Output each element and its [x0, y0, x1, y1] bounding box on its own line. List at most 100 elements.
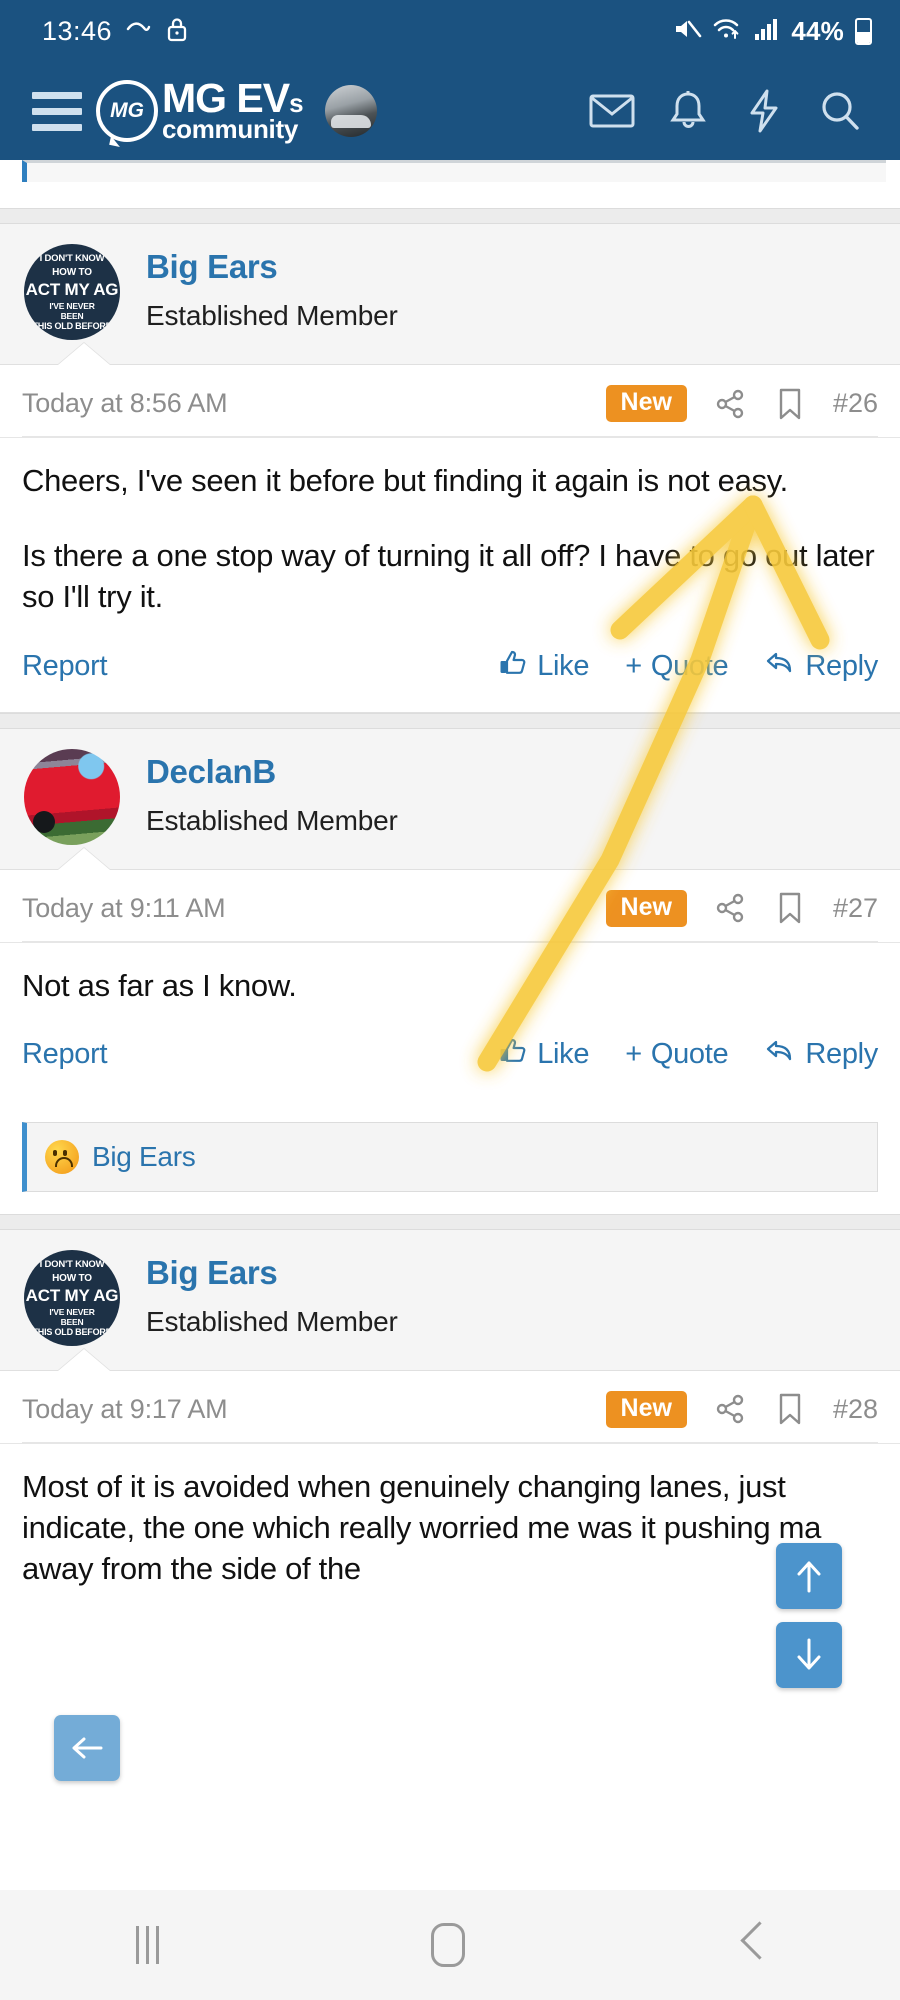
new-badge: New — [605, 385, 687, 422]
bookmark-icon[interactable] — [773, 387, 807, 421]
back-icon[interactable] — [738, 1923, 764, 1967]
wifi-icon — [713, 16, 743, 47]
weather-icon — [126, 20, 152, 43]
post-author-header: I DON'T KNOW HOW TO ACT MY AG I'VE NEVER… — [0, 224, 900, 365]
thread-content: I DON'T KNOW HOW TO ACT MY AG I'VE NEVER… — [0, 160, 900, 1600]
post-date[interactable]: Today at 8:56 AM — [22, 388, 228, 419]
new-badge: New — [605, 889, 687, 927]
battery-percent-label: 44% — [791, 15, 844, 46]
post-actions-row: Report Like + Quote Reply — [0, 1006, 900, 1100]
quote-button[interactable]: + Quote — [625, 1038, 728, 1071]
author-identity: DeclanB Established Member — [146, 749, 398, 837]
search-icon[interactable] — [802, 76, 878, 146]
avatar-line: I'VE NEVER — [49, 301, 95, 311]
post-body: Most of it is avoided when genuinely cha… — [0, 1444, 900, 1600]
plus-icon: + — [625, 650, 642, 683]
plus-icon: + — [625, 1038, 642, 1071]
author-username[interactable]: DeclanB — [146, 753, 398, 791]
author-identity: Big Ears Established Member — [146, 244, 398, 332]
bell-icon[interactable] — [650, 76, 726, 146]
bookmark-icon[interactable] — [773, 1392, 807, 1426]
avatar-line: BEEN — [60, 311, 84, 321]
like-button[interactable]: Like — [498, 648, 590, 686]
post-paragraph: Cheers, I've seen it before but finding … — [22, 463, 788, 498]
android-navigation-bar — [0, 1890, 900, 2000]
status-bar-clock: 13:46 — [42, 15, 113, 46]
post-body: Cheers, I've seen it before but finding … — [0, 438, 900, 618]
avatar[interactable]: I DON'T KNOW HOW TO ACT MY AG I'VE NEVER… — [24, 1249, 120, 1346]
author-user-title: Established Member — [146, 300, 398, 331]
go-back-button[interactable] — [54, 1715, 120, 1781]
share-icon[interactable] — [713, 1392, 747, 1426]
status-bar-left: 13:46 — [42, 16, 188, 47]
reply-button[interactable]: Reply — [764, 649, 878, 685]
quote-label: Quote — [650, 650, 729, 683]
recents-icon[interactable] — [136, 1926, 160, 1964]
scroll-down-button[interactable] — [776, 1622, 842, 1688]
post-meta-actions: New #26 — [605, 385, 878, 422]
post-meta-row: Today at 9:11 AM New #27 — [0, 870, 900, 943]
post-item: I DON'T KNOW HOW TO ACT MY AG I'VE NEVER… — [0, 1229, 900, 1600]
reactions-bar[interactable]: Big Ears — [22, 1121, 878, 1192]
quote-button[interactable]: + Quote — [625, 650, 728, 683]
report-button[interactable]: Report — [22, 650, 108, 683]
post-meta-row: Today at 9:17 AM New #28 — [0, 1371, 900, 1444]
post-paragraph: Most of it is avoided when genuinely cha… — [22, 1468, 822, 1587]
author-username[interactable]: Big Ears — [146, 1254, 398, 1292]
author-user-title: Established Member — [146, 804, 398, 836]
post-number[interactable]: #26 — [833, 388, 878, 419]
author-identity: Big Ears Established Member — [146, 1250, 398, 1338]
phone-screen: 13:46 44% MG MG EVs community I DON'T KN… — [0, 0, 900, 2000]
site-logo[interactable]: MG MG EVs community — [96, 77, 304, 142]
content-gap — [0, 182, 900, 208]
like-button[interactable]: Like — [498, 1036, 590, 1074]
avatar-line: THIS OLD BEFORE — [32, 1326, 112, 1337]
post-number[interactable]: #27 — [833, 893, 878, 924]
avatar-line: I'VE NEVER — [49, 1306, 95, 1317]
bookmark-icon[interactable] — [773, 891, 807, 925]
post-actions-row: Report Like + Quote Reply — [0, 618, 900, 713]
scroll-up-button[interactable] — [776, 1543, 842, 1609]
mg-badge-icon: MG — [96, 80, 158, 142]
avatar[interactable]: I DON'T KNOW HOW TO ACT MY AG I'VE NEVER… — [24, 244, 120, 340]
clipped-quote-block — [22, 160, 886, 182]
battery-icon — [855, 17, 872, 45]
author-username[interactable]: Big Ears — [146, 248, 398, 286]
avatar[interactable] — [24, 748, 120, 845]
share-icon[interactable] — [713, 891, 747, 925]
post-item: DeclanB Established Member Today at 9:11… — [0, 728, 900, 1192]
avatar-line: ACT MY AG — [25, 1285, 119, 1305]
avatar-line: HOW TO — [52, 267, 92, 278]
home-icon[interactable] — [431, 1923, 466, 1967]
user-avatar[interactable] — [324, 85, 377, 137]
post-number[interactable]: #28 — [833, 1394, 878, 1425]
avatar-line: BEEN — [60, 1316, 84, 1327]
thumbs-up-icon — [498, 1036, 528, 1074]
avatar-line: I DON'T KNOW — [39, 1258, 105, 1270]
avatar-line: ACT MY AG — [25, 280, 119, 299]
like-label: Like — [537, 650, 590, 683]
header-icon-group — [574, 76, 878, 146]
post-paragraph: Not as far as I know. — [22, 967, 297, 1003]
status-bar-right: 44% — [672, 16, 872, 47]
post-date[interactable]: Today at 9:11 AM — [22, 893, 226, 924]
post-meta-actions: New #28 — [605, 1390, 878, 1428]
post-item: I DON'T KNOW HOW TO ACT MY AG I'VE NEVER… — [0, 224, 900, 713]
like-label: Like — [537, 1038, 590, 1071]
mute-icon — [672, 16, 702, 47]
reaction-user-name[interactable]: Big Ears — [92, 1141, 196, 1173]
signal-icon — [754, 17, 780, 46]
new-badge: New — [605, 1390, 687, 1428]
post-meta-row: Today at 8:56 AM New #26 — [0, 365, 900, 438]
reply-button[interactable]: Reply — [764, 1037, 878, 1073]
thumbs-up-icon — [498, 648, 528, 686]
share-icon[interactable] — [713, 387, 747, 421]
hamburger-menu-icon[interactable] — [26, 88, 88, 135]
app-header: MG MG EVs community — [0, 62, 900, 160]
post-date[interactable]: Today at 9:17 AM — [22, 1394, 228, 1425]
report-button[interactable]: Report — [22, 1038, 108, 1071]
inbox-icon[interactable] — [574, 76, 650, 146]
avatar-line: THIS OLD BEFORE — [32, 321, 112, 331]
post-author-header: DeclanB Established Member — [0, 728, 900, 870]
bolt-icon[interactable] — [726, 76, 802, 146]
